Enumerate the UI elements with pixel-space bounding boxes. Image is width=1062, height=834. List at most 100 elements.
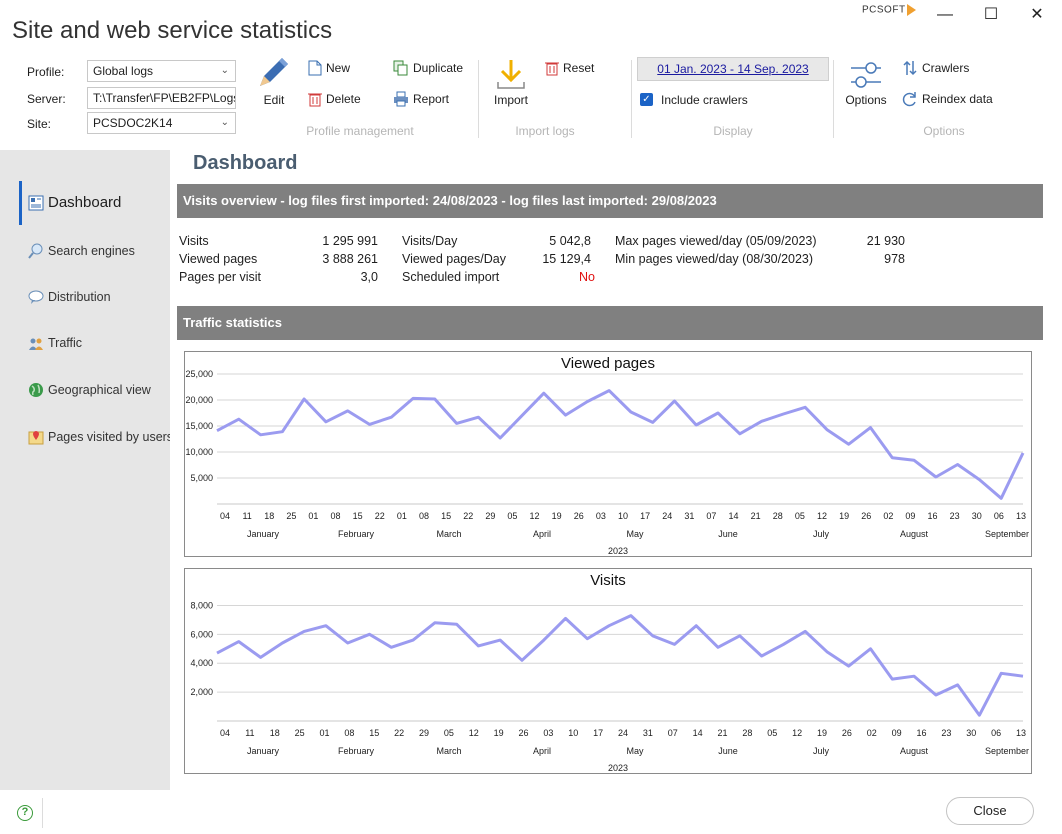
magnifier-icon xyxy=(28,243,43,259)
scheduled-import-value: No xyxy=(579,270,595,284)
visits-label: Visits xyxy=(179,234,209,248)
date-range-link[interactable]: 01 Jan. 2023 - 14 Sep. 2023 xyxy=(637,57,829,81)
x-tick-label: 07 xyxy=(706,511,716,521)
brand-logo: PCSOFT xyxy=(862,4,916,16)
x-tick-label: 07 xyxy=(668,728,678,738)
x-tick-label: 17 xyxy=(593,728,603,738)
y-tick-label: 4,000 xyxy=(190,658,213,668)
close-button[interactable]: Close xyxy=(946,797,1034,825)
duplicate-button[interactable]: Duplicate xyxy=(393,60,463,76)
minimize-button[interactable]: — xyxy=(930,4,960,26)
x-tick-label: 19 xyxy=(494,728,504,738)
sidebar-item-traffic[interactable]: Traffic xyxy=(28,335,82,351)
sidebar-item-search-engines[interactable]: Search engines xyxy=(28,243,135,259)
chevron-down-icon: ⌄ xyxy=(220,65,229,76)
globe-icon xyxy=(29,383,43,397)
x-tick-label: 25 xyxy=(295,728,305,738)
x-tick-label: 26 xyxy=(518,728,528,738)
month-label: May xyxy=(626,529,644,539)
x-tick-label: 14 xyxy=(729,511,739,521)
viewed-pages-chart: Viewed pages 5,000 10,000 15,000 20,000 25,00… xyxy=(184,351,1032,557)
reset-button[interactable]: Reset xyxy=(545,60,594,76)
x-axis-label: 2023 xyxy=(608,546,628,556)
download-arrow-icon xyxy=(497,60,525,89)
x-tick-label: 12 xyxy=(792,728,802,738)
x-tick-label: 03 xyxy=(543,728,553,738)
x-tick-label: 06 xyxy=(994,511,1004,521)
edit-button[interactable]: Edit xyxy=(256,56,292,107)
new-button[interactable]: New xyxy=(308,60,350,76)
refresh-icon xyxy=(902,92,916,107)
include-crawlers-checkbox[interactable]: ✓ xyxy=(640,93,653,106)
x-tick-label: 05 xyxy=(795,511,805,521)
close-window-button[interactable]: ✕ xyxy=(1022,4,1052,26)
x-tick-label: 02 xyxy=(883,511,893,521)
max-pages-value: 21 930 xyxy=(866,234,905,248)
month-label: June xyxy=(718,746,738,756)
y-tick-label: 10,000 xyxy=(185,447,213,457)
visits-value: 1 295 991 xyxy=(322,234,378,248)
server-field[interactable]: T:\Transfer\FP\EB2FP\Logs xyxy=(87,87,236,109)
crawlers-button[interactable]: Crawlers xyxy=(902,60,969,76)
y-tick-label: 6,000 xyxy=(190,629,213,639)
reindex-button[interactable]: Reindex data xyxy=(902,91,993,107)
pencil-icon xyxy=(260,58,288,86)
sidebar-item-distribution[interactable]: Distribution xyxy=(28,289,111,305)
ribbon-separator xyxy=(478,60,479,138)
month-label: April xyxy=(533,529,551,539)
x-tick-label: 21 xyxy=(751,511,761,521)
sidebar-label-dashboard: Dashboard xyxy=(48,194,122,211)
server-value: T:\Transfer\FP\EB2FP\Logs xyxy=(93,91,236,105)
month-label: February xyxy=(338,746,375,756)
y-tick-label: 8,000 xyxy=(190,600,213,610)
profile-combo[interactable]: Global logs ⌄ xyxy=(87,60,236,82)
new-document-icon xyxy=(308,60,322,76)
profile-label: Profile: xyxy=(27,65,65,79)
options-button[interactable]: Options xyxy=(843,58,889,107)
x-tick-label: 09 xyxy=(905,511,915,521)
pages-day-value: 15 129,4 xyxy=(542,252,591,266)
crawlers-arrows-icon xyxy=(903,60,917,76)
sidebar-item-dashboard[interactable]: Dashboard xyxy=(28,194,121,211)
ribbon-separator xyxy=(631,60,632,138)
x-tick-label: 11 xyxy=(245,728,254,738)
x-tick-label: 19 xyxy=(839,511,849,521)
x-tick-label: 25 xyxy=(286,511,296,521)
sidebar-item-geographical-view[interactable]: Geographical view xyxy=(28,382,151,398)
x-tick-label: 28 xyxy=(742,728,752,738)
x-tick-label: 12 xyxy=(469,728,479,738)
site-combo[interactable]: PCSDOC2K14 ⌄ xyxy=(87,112,236,134)
trash-icon xyxy=(308,93,322,107)
crawlers-label: Crawlers xyxy=(922,61,970,75)
visits-chart: Visits 2,000 4,000 6,000 8,000 04 11 18 25 01 08 15… xyxy=(184,568,1032,774)
sliders-icon xyxy=(851,62,881,88)
x-tick-label: 19 xyxy=(817,728,827,738)
display-group-label: Display xyxy=(713,124,753,138)
pages-per-visit-value: 3,0 xyxy=(360,270,378,284)
footer-separator xyxy=(42,798,43,828)
sidebar-label-traffic: Traffic xyxy=(48,336,83,350)
x-tick-label: 29 xyxy=(485,511,495,521)
month-label: September xyxy=(985,529,1029,539)
x-tick-label: 01 xyxy=(319,728,329,738)
traffic-statistics-header: Traffic statistics xyxy=(177,306,1043,340)
delete-button[interactable]: Delete xyxy=(308,91,361,107)
x-tick-label: 16 xyxy=(916,728,926,738)
month-label: February xyxy=(338,529,375,539)
x-tick-label: 10 xyxy=(568,728,578,738)
x-tick-label: 30 xyxy=(966,728,976,738)
report-button[interactable]: Report xyxy=(393,91,449,107)
month-label: April xyxy=(533,746,551,756)
sidebar-item-pages-visited[interactable]: Pages visited by users xyxy=(28,429,173,445)
x-tick-label: 12 xyxy=(817,511,827,521)
chevron-down-icon: ⌄ xyxy=(220,117,229,128)
y-tick-label: 25,000 xyxy=(185,369,213,379)
y-tick-label: 20,000 xyxy=(185,395,213,405)
x-tick-label: 26 xyxy=(861,511,871,521)
maximize-button[interactable]: ☐ xyxy=(976,4,1006,26)
pages-per-visit-label: Pages per visit xyxy=(179,270,261,284)
import-button[interactable]: Import xyxy=(490,58,532,107)
x-tick-label: 12 xyxy=(530,511,540,521)
help-icon[interactable]: ? xyxy=(17,805,33,821)
month-label: September xyxy=(985,746,1029,756)
